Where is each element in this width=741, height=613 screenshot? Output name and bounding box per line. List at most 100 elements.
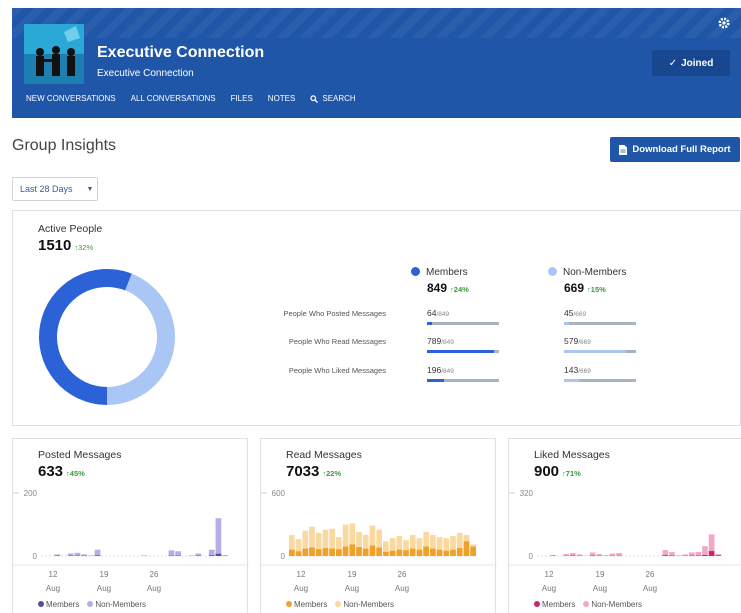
nav-files[interactable]: FILES [231,94,253,103]
legend-non-members-label: Non-Members [591,600,643,609]
group-logo [24,24,84,84]
group-nav: NEW CONVERSATIONS ALL CONVERSATIONS FILE… [26,94,356,103]
caret-down-icon: ▼ [86,185,94,193]
bar-non-members [589,552,596,556]
bar-members [376,547,382,556]
header-pattern [12,8,741,38]
nav-all-conversations[interactable]: ALL CONVERSATIONS [131,94,216,103]
bar-non-members [662,550,669,556]
non-members-label: Non-Members [563,267,627,278]
bar-members [416,549,423,556]
bar-members [329,548,335,556]
active-people-card: Active People 1510 ↑32% Members 849 ↑24%… [12,210,741,426]
nav-new-conversations[interactable]: NEW CONVERSATIONS [26,94,116,103]
x-tick-day: 26 [398,570,407,579]
gear-icon[interactable] [717,16,731,30]
read-members-bar-fill [427,350,494,353]
check-icon: ✓ [668,57,678,69]
non-members-header: Non-Members [548,267,626,278]
bar-members [463,541,470,556]
read-row-label: People Who Read Messages [288,337,386,346]
read-members-count: 789 [427,336,442,346]
x-tick-day: 12 [49,570,58,579]
read-non-members-value: 579/669 [564,336,591,346]
donut-slice-members [39,269,132,405]
legend-non-members: Non-Members [583,600,642,609]
bar-members [315,549,322,556]
posted-row-label: People Who Posted Messages [283,309,386,318]
liked-messages-chart: 320 0 12 Aug 19 Aug 26 Aug [509,489,741,593]
read-non-members-bar [564,350,636,353]
legend-members-label: Members [294,600,328,609]
read-members-bar [427,350,499,353]
bar-non-members [603,555,609,556]
bar-members [383,551,389,556]
legend-non-members-label: Non-Members [95,600,147,609]
non-members-value: 669 [564,281,585,295]
bar-non-members [682,554,688,556]
document-icon [619,144,628,155]
nav-search[interactable]: SEARCH [310,94,356,103]
liked-messages-card: Liked Messages 900 ↑71% 320 0 12 Aug 19 Aug 26… [508,438,741,613]
read-messages-chart: 600 0 12 Aug 19 Aug 26 Aug [261,489,497,593]
download-report-label: Download Full Report [632,144,731,155]
bar-members [94,555,101,556]
date-range-value: Last 28 Days [20,184,73,194]
legend-non-members-dot [335,601,342,607]
bar-non-members [609,553,616,556]
bar-members [662,555,669,556]
legend-members-label: Members [46,600,80,609]
legend-members: Members [534,600,575,609]
posted-messages-card: Posted Messages 633 ↑45% 200 0 12 Aug 19 Aug 2… [12,438,249,613]
joined-button[interactable]: ✓ Joined [652,50,730,76]
posted-messages-legend: Members Non-Members [38,600,146,609]
non-members-value-row: 669 ↑15% [564,281,606,295]
bar-non-members [596,554,603,556]
x-tick-month: Aug [593,584,607,593]
nav-notes[interactable]: NOTES [268,94,296,103]
posted-non-members-bar-fill [564,322,569,325]
group-subtitle: Executive Connection [97,68,194,79]
bar-non-members [576,554,583,556]
read-messages-legend: Members Non-Members [286,600,394,609]
bar-members [409,548,416,556]
liked-row-label: People Who Liked Messages [288,366,386,375]
posted-members-bar-fill [427,322,433,325]
legend-non-members: Non-Members [87,600,146,609]
x-tick-month: Aug [542,584,556,593]
non-members-dot [548,267,557,276]
date-range-select[interactable]: Last 28 Days ▼ [12,177,98,201]
bar-members [456,548,463,556]
bar-members [403,550,409,556]
posted-non-members-value: 45/669 [564,308,586,318]
joined-label: Joined [681,57,714,69]
read-messages-card: Read Messages 7033 ↑22% 600 0 12 Aug 19 Aug 26… [260,438,497,613]
legend-non-members: Non-Members [335,600,394,609]
legend-members: Members [38,600,79,609]
bar-members [423,546,429,556]
bar-non-members [669,552,675,556]
bar-members [309,547,315,556]
bar-members [436,549,443,556]
members-delta-value: 24% [453,285,469,294]
legend-non-members-label: Non-Members [343,600,395,609]
download-report-button[interactable]: Download Full Report [610,137,740,162]
bar-members [349,544,356,556]
legend-members: Members [286,600,327,609]
y-tick-zero: 0 [33,552,38,561]
x-tick-month: Aug [46,584,60,593]
bar-non-members [88,555,94,556]
legend-members-dot [286,601,292,607]
bar-members [450,549,456,556]
x-tick-day: 19 [596,570,605,579]
x-tick-day: 19 [348,570,357,579]
active-people-delta: ↑32% [74,243,94,252]
liked-members-value: 196/849 [427,365,454,375]
read-non-members-bar-fill [564,350,627,353]
bar-non-members [675,555,682,556]
group-title: Executive Connection [97,44,265,61]
bar-members [362,548,369,556]
active-people-label: Active People [38,223,103,235]
x-tick-day: 12 [545,570,554,579]
bar-members [443,550,450,556]
